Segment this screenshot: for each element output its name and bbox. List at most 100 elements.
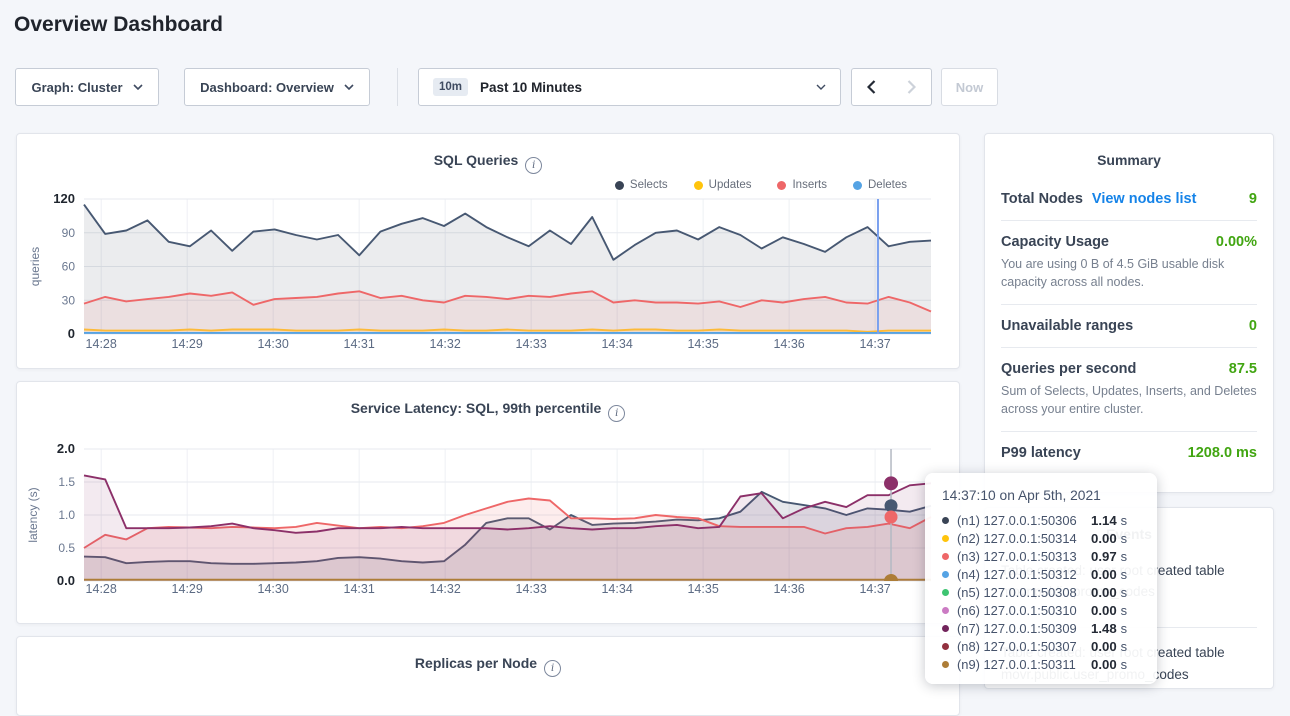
replicas-per-node-panel: Replicas per Nodei — [16, 636, 960, 716]
node-address: (n1) 127.0.0.1:50306 — [957, 513, 1091, 528]
node-latency-value: 0.97 — [1091, 549, 1117, 564]
latency-unit: s — [1121, 567, 1127, 582]
svg-text:14:30: 14:30 — [258, 582, 289, 596]
chevron-right-icon — [907, 80, 916, 94]
svg-text:1.5: 1.5 — [58, 475, 75, 489]
chart-hover-tooltip: 14:37:10 on Apr 5th, 2021 (n1) 127.0.0.1… — [925, 473, 1157, 684]
svg-text:30: 30 — [62, 293, 76, 307]
tooltip-node-row: (n7) 127.0.0.1:503091.48s — [942, 619, 1157, 637]
svg-text:14:31: 14:31 — [344, 582, 375, 596]
node-address: (n6) 127.0.0.1:50310 — [957, 603, 1091, 618]
time-range-dropdown[interactable]: 10m Past 10 Minutes — [418, 68, 841, 106]
tooltip-node-row: (n8) 127.0.0.1:503070.00s — [942, 637, 1157, 655]
svg-text:14:34: 14:34 — [601, 337, 632, 351]
sql-queries-panel: SQL Queriesi SelectsUpdatesInsertsDelete… — [16, 133, 960, 369]
svg-text:14:32: 14:32 — [430, 337, 461, 351]
info-icon[interactable]: i — [525, 157, 542, 174]
node-color-dot-icon — [942, 553, 949, 560]
node-color-dot-icon — [942, 661, 949, 668]
svg-text:120: 120 — [53, 191, 75, 206]
svg-text:14:34: 14:34 — [601, 582, 632, 596]
latency-unit: s — [1121, 549, 1127, 564]
svg-text:14:31: 14:31 — [344, 337, 375, 351]
summary-value: 0.00% — [1216, 234, 1257, 250]
svg-text:0.0: 0.0 — [57, 573, 75, 588]
svg-text:queries: queries — [28, 247, 42, 286]
node-color-dot-icon — [942, 643, 949, 650]
tooltip-node-row: (n1) 127.0.0.1:503061.14 s — [942, 511, 1157, 529]
svg-text:latency (s): latency (s) — [26, 487, 40, 542]
summary-value: 1208.0 ms — [1188, 445, 1257, 461]
tooltip-node-row: (n5) 127.0.0.1:503080.00s — [942, 583, 1157, 601]
summary-panel: Summary Total Nodes View nodes list 9 Capac… — [984, 133, 1274, 493]
svg-text:1.0: 1.0 — [58, 508, 75, 522]
summary-value: 9 — [1249, 191, 1257, 207]
chevron-down-icon — [133, 84, 143, 90]
summary-row: P99 latency1208.0 ms — [1001, 432, 1257, 474]
node-latency-value: 0.00 — [1091, 567, 1117, 582]
chart-title-text: SQL Queries — [434, 152, 519, 168]
dashboard-dropdown[interactable]: Dashboard: Overview — [184, 68, 370, 106]
svg-text:14:28: 14:28 — [86, 582, 117, 596]
summary-label: Capacity Usage — [1001, 234, 1109, 250]
svg-text:60: 60 — [62, 260, 76, 274]
service-latency-chart[interactable]: 14:2814:2914:3014:3114:3214:3314:3414:35… — [17, 438, 961, 618]
info-icon[interactable]: i — [608, 405, 625, 422]
summary-value: 87.5 — [1229, 361, 1257, 377]
latency-unit: s — [1121, 531, 1127, 546]
svg-text:14:30: 14:30 — [258, 337, 289, 351]
legend-dot-icon — [694, 181, 703, 190]
latency-unit: s — [1121, 639, 1127, 654]
node-color-dot-icon — [942, 589, 949, 596]
node-latency-value: 1.48 — [1091, 621, 1117, 636]
latency-unit: s — [1121, 513, 1127, 528]
chevron-left-icon — [867, 80, 876, 94]
latency-unit: s — [1121, 603, 1127, 618]
node-address: (n7) 127.0.0.1:50309 — [957, 621, 1091, 636]
summary-row: Total Nodes View nodes list 9 — [1001, 178, 1257, 221]
service-latency-panel: Service Latency: SQL, 99th percentilei 1… — [16, 381, 960, 624]
svg-text:14:33: 14:33 — [516, 582, 547, 596]
info-icon[interactable]: i — [544, 660, 561, 677]
svg-text:14:33: 14:33 — [516, 337, 547, 351]
svg-text:0.5: 0.5 — [58, 541, 75, 555]
service-latency-title: Service Latency: SQL, 99th percentilei — [17, 400, 959, 422]
node-latency-value: 0.00 — [1091, 639, 1117, 654]
time-range-label: Past 10 Minutes — [480, 80, 582, 95]
svg-text:0: 0 — [68, 326, 75, 341]
svg-text:2.0: 2.0 — [57, 441, 75, 456]
svg-text:14:29: 14:29 — [172, 582, 203, 596]
summary-description: Sum of Selects, Updates, Inserts, and De… — [1001, 383, 1257, 418]
controls-divider — [397, 68, 398, 106]
summary-title: Summary — [985, 152, 1273, 168]
node-color-dot-icon — [942, 607, 949, 614]
tooltip-node-row: (n9) 127.0.0.1:503110.00s — [942, 655, 1157, 673]
svg-text:14:37: 14:37 — [859, 582, 890, 596]
node-address: (n2) 127.0.0.1:50314 — [957, 531, 1091, 546]
latency-unit: s — [1121, 585, 1127, 600]
view-nodes-list-link[interactable]: View nodes list — [1092, 191, 1197, 207]
chevron-down-icon — [344, 84, 354, 90]
tooltip-node-row: (n2) 127.0.0.1:503140.00s — [942, 529, 1157, 547]
node-latency-value: 0.00 — [1091, 657, 1117, 672]
node-latency-value: 1.14 — [1091, 513, 1117, 528]
summary-row: Capacity Usage0.00%You are using 0 B of … — [1001, 221, 1257, 305]
graph-dropdown-label: Graph: Cluster — [31, 80, 122, 95]
sql-queries-chart[interactable]: 14:2814:2914:3014:3114:3214:3314:3414:35… — [17, 190, 961, 370]
node-address: (n3) 127.0.0.1:50313 — [957, 549, 1091, 564]
svg-text:90: 90 — [62, 226, 76, 240]
node-address: (n9) 127.0.0.1:50311 — [957, 657, 1091, 672]
now-button[interactable]: Now — [941, 68, 998, 106]
summary-value: 0 — [1249, 318, 1257, 334]
time-forward-button[interactable] — [891, 68, 932, 106]
svg-text:14:35: 14:35 — [687, 582, 718, 596]
graph-dropdown[interactable]: Graph: Cluster — [15, 68, 159, 106]
summary-label: Total Nodes — [1001, 191, 1083, 207]
time-range-badge: 10m — [433, 78, 468, 96]
node-color-dot-icon — [942, 571, 949, 578]
tooltip-timestamp: 14:37:10 on Apr 5th, 2021 — [942, 488, 1157, 503]
legend-dot-icon — [615, 181, 624, 190]
node-address: (n5) 127.0.0.1:50308 — [957, 585, 1091, 600]
time-back-button[interactable] — [851, 68, 892, 106]
replicas-per-node-title: Replicas per Nodei — [17, 655, 959, 677]
